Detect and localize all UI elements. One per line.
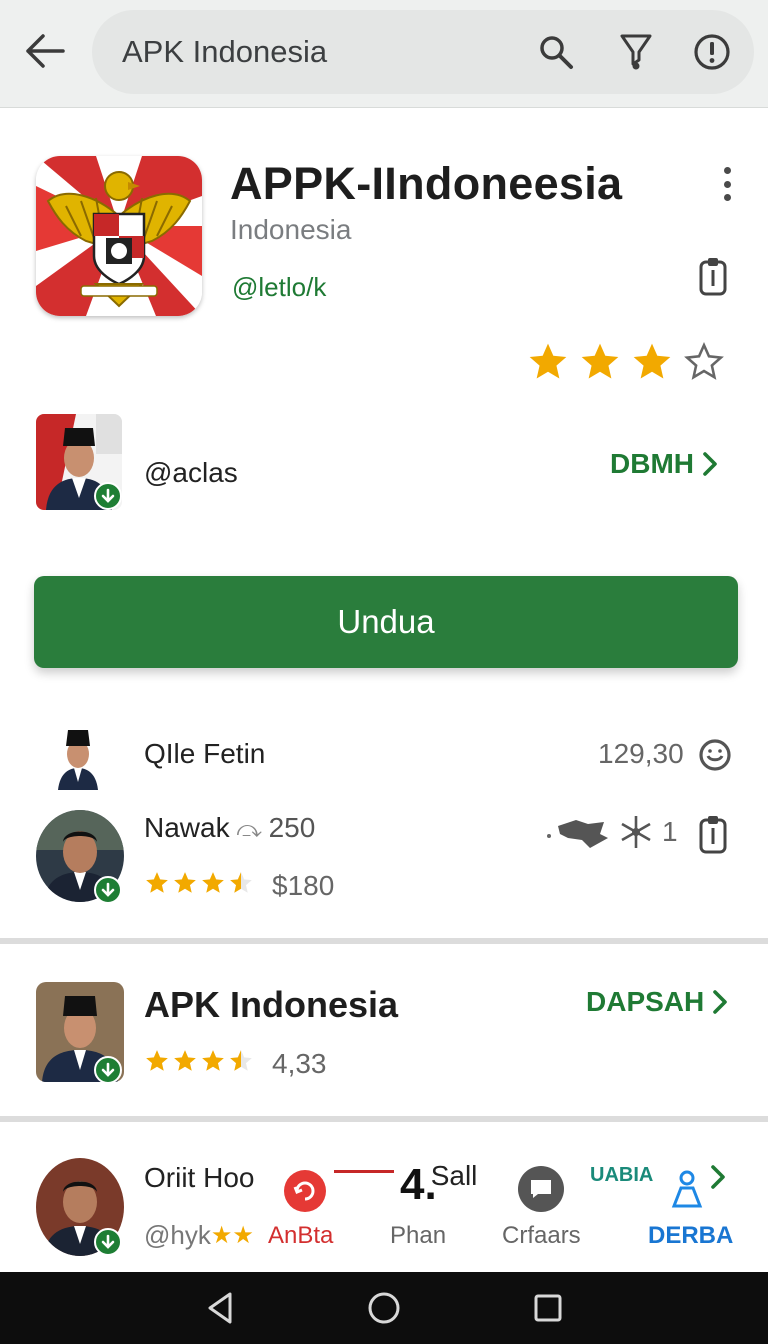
info-icon (694, 34, 730, 70)
developer-avatar[interactable] (36, 414, 122, 510)
app-title: APPK-IIndoneesia (230, 158, 623, 209)
list-item-handle-row: @hyk ★★ (144, 1220, 254, 1251)
developer-handle: @aclas (144, 457, 238, 488)
garuda-emblem-icon (36, 156, 202, 316)
list-item-title[interactable]: Nawak ⤼ 250 (144, 812, 315, 844)
action-label[interactable]: Crfaars (502, 1222, 581, 1250)
star-filled-icon (633, 343, 671, 379)
star-outline-icon (684, 341, 724, 380)
section-divider (0, 1116, 768, 1122)
download-badge-icon (94, 876, 122, 904)
action-label[interactable]: Phan (390, 1222, 446, 1250)
action-label[interactable]: DERBA (648, 1222, 733, 1250)
clipboard-icon (699, 816, 727, 854)
circle-home-icon (368, 1292, 400, 1324)
kebab-dot (723, 180, 731, 188)
download-badge-icon (94, 1056, 122, 1084)
app-subtitle: Indonesia (230, 214, 352, 245)
star-filled-icon (174, 872, 196, 893)
refresh-icon (293, 1181, 315, 1201)
star-half-icon (230, 1050, 252, 1071)
developer-link-label: DBMH (610, 448, 694, 479)
list-item-handle: @hyk (144, 1220, 211, 1250)
save-button[interactable] (698, 256, 728, 301)
kebab-dot (723, 167, 731, 174)
card-rating-value: 4,33 (272, 1048, 327, 1079)
top-app-bar: APK Indonesia (0, 0, 768, 108)
star-filled-icon (529, 343, 567, 379)
star-filled-icon (146, 872, 168, 893)
star-filled-icon (202, 1050, 224, 1071)
download-badge-icon (94, 482, 122, 510)
square-recents-icon (534, 1294, 562, 1322)
clipboard-icon (699, 258, 727, 296)
star-filled-icon (581, 343, 619, 379)
star-filled-icon (202, 872, 224, 893)
search-bar[interactable]: APK Indonesia (92, 10, 754, 94)
list-item-count: 129,30 (598, 738, 684, 769)
system-navigation-bar (0, 1272, 768, 1344)
card-link[interactable]: DAPSAH (586, 986, 728, 1018)
snowflake-icon (621, 816, 651, 848)
card-link-label: DAPSAH (586, 986, 705, 1017)
chevron-right-icon (713, 990, 728, 1014)
filter-button[interactable] (616, 32, 656, 72)
chat-button[interactable] (518, 1166, 564, 1212)
refresh-button[interactable] (284, 1170, 326, 1212)
app-icon (36, 156, 202, 316)
chevron-right-icon[interactable] (710, 1164, 726, 1195)
nav-home-button[interactable] (362, 1286, 406, 1330)
list-item-rating (144, 870, 254, 896)
list-item-title[interactable]: Oriit Hoo (144, 1162, 254, 1194)
section-divider (0, 938, 768, 944)
chevron-right-icon (703, 452, 717, 476)
glyph-icon: ⤼ (229, 816, 269, 843)
filter-icon (620, 34, 652, 70)
promo-label: UABIA (590, 1164, 654, 1186)
star-half-icon (230, 872, 252, 893)
info-button[interactable] (692, 32, 732, 72)
list-item-title[interactable]: QIle Fetin (144, 738, 265, 770)
app-developer-link[interactable]: @letlo/k (232, 272, 326, 303)
chat-icon (531, 1180, 551, 1198)
star-filled-icon (146, 1050, 168, 1071)
smile-icon (698, 738, 732, 777)
install-button[interactable]: Unduа (34, 576, 738, 668)
list-item-price: $180 (272, 870, 335, 901)
list-item-number: 250 (268, 812, 316, 843)
download-badge-icon (94, 1228, 122, 1256)
card-rating-stars (144, 1048, 254, 1074)
save-button[interactable] (698, 814, 728, 859)
nav-back-button[interactable] (198, 1286, 242, 1330)
developer-link[interactable]: DBMH (610, 448, 718, 480)
list-item-actions: 1 (546, 812, 678, 852)
app-rating (526, 340, 726, 384)
search-input[interactable]: APK Indonesia (122, 34, 327, 70)
stat-suffix: Sall (430, 1160, 478, 1191)
nav-recents-button[interactable] (526, 1286, 570, 1330)
star-filled-icon (174, 1050, 196, 1071)
map-icon (547, 820, 608, 848)
more-options-button[interactable] (712, 164, 742, 204)
search-icon (540, 36, 573, 69)
stat-value: 4. Sall (400, 1160, 477, 1210)
action-label[interactable]: AnBta (268, 1222, 333, 1250)
star-filled-icon: ★★ (210, 1222, 254, 1249)
list-item-avatar (54, 724, 102, 790)
search-button[interactable] (536, 32, 576, 72)
card-title[interactable]: APK Indonesia (144, 984, 398, 1026)
list-item-name: Nawak (144, 812, 230, 843)
kebab-dot (723, 194, 731, 201)
person-icon (670, 1168, 704, 1213)
arrow-left-icon (26, 34, 65, 68)
decorative-line (334, 1170, 394, 1176)
back-button[interactable] (22, 28, 68, 74)
list-item-count: 1 (662, 816, 678, 847)
triangle-back-icon (208, 1292, 232, 1324)
